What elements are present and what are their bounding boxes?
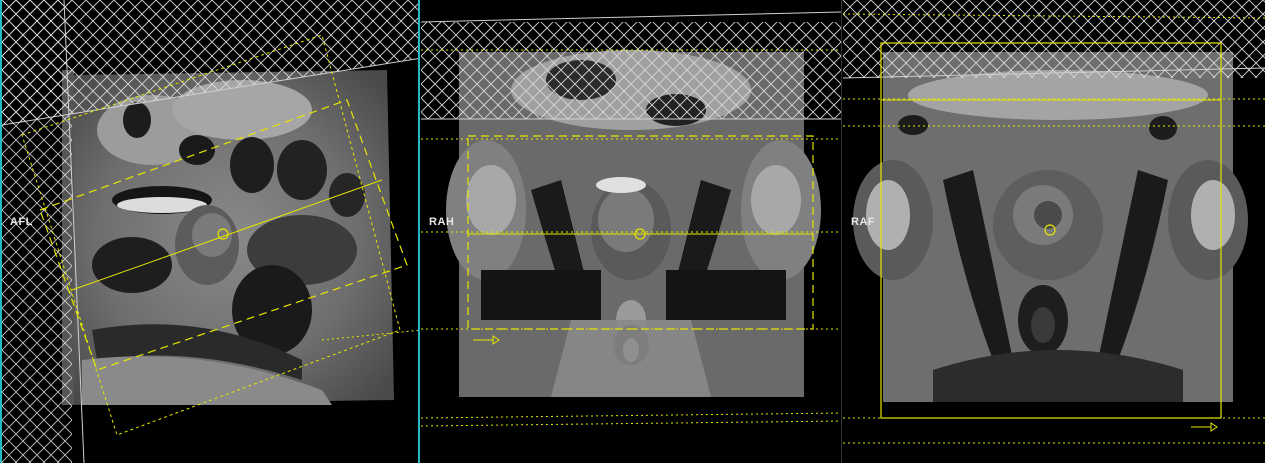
coronal-viewport[interactable]: RAH	[421, 0, 842, 463]
orientation-label: AFL	[10, 216, 33, 228]
axial-image-layer	[843, 0, 1265, 444]
orientation-label: RAH	[429, 216, 455, 228]
sagittal-image-layer	[2, 0, 418, 463]
axial-saturation-band	[843, 0, 1265, 79]
axial-viewport[interactable]: RAF	[843, 0, 1265, 463]
direction-arrow-icon	[1191, 422, 1218, 432]
orientation-label: RAF	[851, 216, 876, 228]
axial-mri-slice	[853, 52, 1248, 402]
coronal-image-layer	[421, 11, 841, 427]
sagittal-viewport[interactable]: AFL	[0, 0, 420, 463]
coronal-saturation-band	[421, 11, 841, 120]
